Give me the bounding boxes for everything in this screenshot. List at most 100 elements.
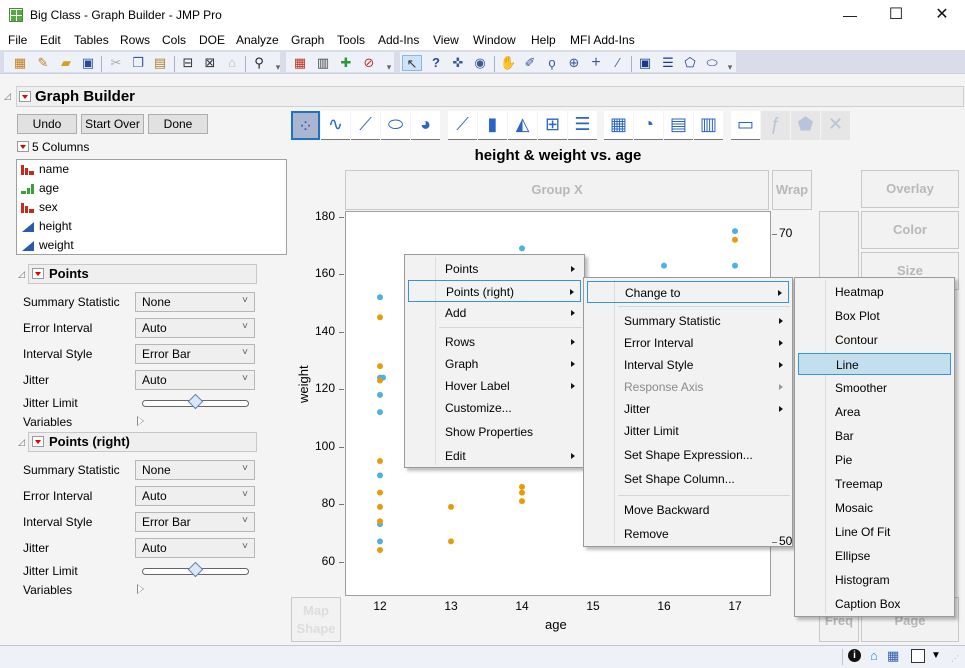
- line-icon[interactable]: ☰: [660, 55, 676, 71]
- menu-item-change-to[interactable]: Change to: [587, 281, 789, 303]
- journal-icon[interactable]: ⊟: [180, 55, 196, 71]
- copy-icon[interactable]: ❐: [130, 55, 146, 71]
- info-icon[interactable]: i: [848, 649, 861, 662]
- variables-expand-icon[interactable]: [137, 416, 144, 426]
- menu-item-set-shape-column[interactable]: Set Shape Column...: [587, 468, 789, 490]
- menu-item-ellipse[interactable]: Ellipse: [798, 545, 951, 567]
- interval-style-select[interactable]: Error Bar: [135, 512, 255, 532]
- menu-item-error-interval[interactable]: Error Interval: [587, 332, 789, 354]
- menu-item-edit[interactable]: Edit: [408, 445, 581, 467]
- mosaic-element-icon[interactable]: ▥: [694, 111, 723, 140]
- brush-icon[interactable]: ✐: [522, 55, 538, 71]
- menu-mfi-add-ins[interactable]: MFI Add-Ins: [570, 33, 635, 47]
- menu-add-ins[interactable]: Add-Ins: [378, 33, 419, 47]
- distribution-icon[interactable]: ▥: [315, 55, 331, 71]
- menu-item-line-of-fit[interactable]: Line Of Fit: [798, 521, 951, 543]
- menu-file[interactable]: File: [8, 33, 27, 47]
- formula-element-icon[interactable]: ƒ: [761, 111, 790, 140]
- menu-item-jitter[interactable]: Jitter: [587, 398, 789, 420]
- menu-item-show-properties[interactable]: Show Properties: [408, 421, 581, 443]
- overflow-icon[interactable]: ▾: [270, 59, 286, 75]
- ruler-icon[interactable]: ⁄: [610, 55, 626, 71]
- undo-button[interactable]: Undo: [17, 114, 77, 134]
- x-axis-label[interactable]: age: [545, 617, 567, 632]
- histogram-element-icon[interactable]: ☰: [568, 111, 597, 140]
- menu-item-interval-style[interactable]: Interval Style: [587, 354, 789, 376]
- minimize-button[interactable]: —: [827, 0, 873, 30]
- wrap-zone[interactable]: Wrap: [772, 170, 812, 210]
- menu-doe[interactable]: DOE: [199, 33, 225, 47]
- start-over-button[interactable]: Start Over: [81, 114, 144, 134]
- lock-icon[interactable]: ⌂: [224, 55, 240, 71]
- slider-thumb[interactable]: [187, 561, 203, 578]
- menu-item-caption-box[interactable]: Caption Box: [798, 593, 951, 615]
- overflow-icon[interactable]: ▾: [722, 59, 738, 75]
- red-triangle-menu-icon[interactable]: [32, 436, 44, 447]
- close-button[interactable]: ✕: [919, 0, 965, 30]
- menu-item-customize[interactable]: Customize...: [408, 397, 581, 419]
- menu-item-set-shape-expression[interactable]: Set Shape Expression...: [587, 444, 789, 466]
- data-table-icon[interactable]: ▦: [887, 648, 899, 664]
- magnifier-icon[interactable]: ⊕: [566, 55, 582, 71]
- arrow-icon[interactable]: ↖: [402, 55, 422, 71]
- menu-item-box-plot[interactable]: Box Plot: [798, 305, 951, 327]
- error-interval-select[interactable]: Auto: [135, 486, 255, 506]
- menu-item-heatmap[interactable]: Heatmap: [798, 281, 951, 303]
- jitter-select[interactable]: Auto: [135, 370, 255, 390]
- window-color-box[interactable]: [911, 649, 925, 663]
- pie-element-icon[interactable]: ◔: [634, 111, 663, 140]
- menu-item-hover-label[interactable]: Hover Label: [408, 375, 581, 397]
- lasso-icon[interactable]: ϙ: [544, 55, 560, 71]
- interval-style-select[interactable]: Error Bar: [135, 344, 255, 364]
- menu-item-bar[interactable]: Bar: [798, 425, 951, 447]
- menu-item-summary-statistic[interactable]: Summary Statistic: [587, 310, 789, 332]
- overflow-icon[interactable]: ▾: [381, 59, 397, 75]
- bar-element-icon[interactable]: ▮: [478, 111, 507, 140]
- menu-item-mosaic[interactable]: Mosaic: [798, 497, 951, 519]
- menu-graph[interactable]: Graph: [291, 33, 324, 47]
- ellipse-element-icon[interactable]: ⬭: [381, 111, 410, 140]
- variables-expand-icon[interactable]: [137, 584, 144, 594]
- overlay-zone[interactable]: Overlay: [861, 170, 959, 208]
- menu-item-contour[interactable]: Contour: [798, 329, 951, 351]
- summary-statistic-select[interactable]: None: [135, 292, 255, 312]
- points-element-icon[interactable]: ⁘: [291, 111, 320, 140]
- outline-collapse-icon[interactable]: ◿: [18, 437, 25, 448]
- done-button[interactable]: Done: [148, 114, 208, 134]
- menu-item-points[interactable]: Points: [408, 258, 581, 280]
- menu-rows[interactable]: Rows: [120, 33, 150, 47]
- new-data-table-icon[interactable]: ▦: [12, 55, 28, 71]
- menu-tables[interactable]: Tables: [74, 33, 109, 47]
- open-icon[interactable]: ▰: [58, 55, 74, 71]
- menu-analyze[interactable]: Analyze: [236, 33, 279, 47]
- menu-item-histogram[interactable]: Histogram: [798, 569, 951, 591]
- column-item-name[interactable]: name: [21, 160, 69, 179]
- menu-item-treemap[interactable]: Treemap: [798, 473, 951, 495]
- home-icon[interactable]: ⌂: [870, 648, 878, 663]
- column-item-weight[interactable]: weight: [21, 236, 74, 255]
- line-element-icon[interactable]: ⟋: [448, 111, 477, 140]
- resize-grip-icon[interactable]: ⋰: [951, 654, 959, 663]
- cut-icon[interactable]: ✂: [108, 55, 124, 71]
- data-table-icon[interactable]: ▦: [292, 55, 308, 71]
- plus-icon[interactable]: +: [588, 55, 604, 71]
- area-element-icon[interactable]: ◭: [508, 111, 537, 140]
- smoother-element-icon[interactable]: ∿: [321, 111, 350, 140]
- menu-item-graph[interactable]: Graph: [408, 353, 581, 375]
- box-plot-element-icon[interactable]: ⊞: [538, 111, 567, 140]
- annotate-icon[interactable]: ▣: [637, 55, 653, 71]
- report-icon[interactable]: ⊠: [202, 55, 218, 71]
- polygon-icon[interactable]: ⬠: [682, 55, 698, 71]
- red-triangle-menu-icon[interactable]: [19, 91, 31, 102]
- heatmap-element-icon[interactable]: ▦: [604, 111, 633, 140]
- menu-item-remove[interactable]: Remove: [587, 523, 789, 545]
- outline-collapse-icon[interactable]: ◿: [18, 269, 25, 280]
- menu-item-points-right[interactable]: Points (right): [408, 280, 581, 302]
- menu-cols[interactable]: Cols: [162, 33, 186, 47]
- jitter-limit-slider[interactable]: [142, 393, 249, 410]
- line-of-fit-element-icon[interactable]: ⟋: [351, 111, 380, 140]
- save-icon[interactable]: ▣: [80, 55, 96, 71]
- column-item-height[interactable]: height: [21, 217, 72, 236]
- color-zone[interactable]: Color: [861, 211, 959, 249]
- help-icon[interactable]: ?: [428, 55, 444, 71]
